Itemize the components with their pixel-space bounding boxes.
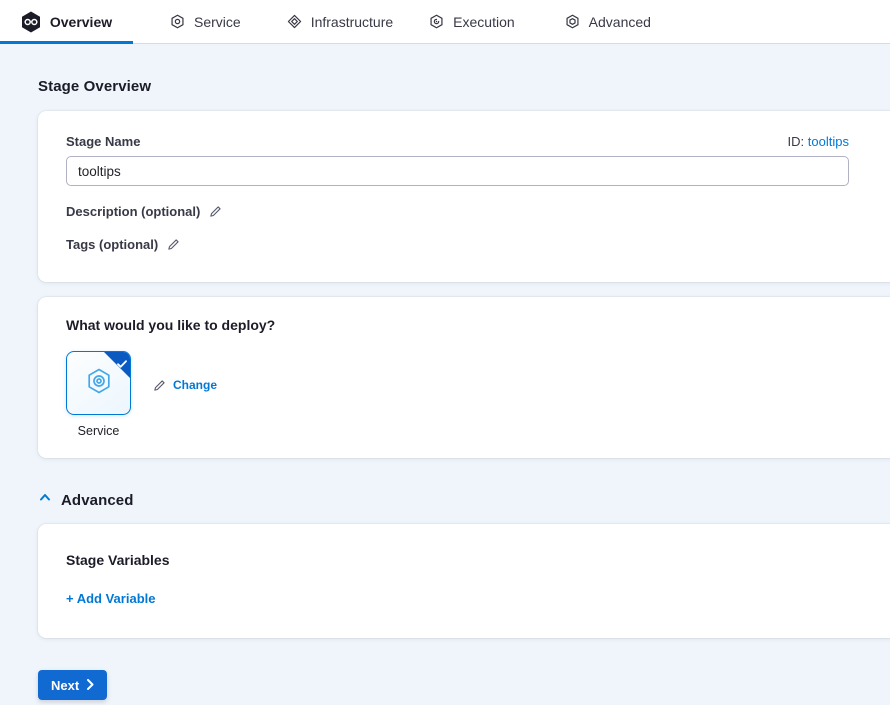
page-title: Stage Overview [38, 78, 890, 95]
chevron-right-icon [87, 678, 94, 693]
deploy-question: What would you like to deploy? [66, 317, 890, 333]
stage-variables-card: Stage Variables + Add Variable [38, 524, 890, 638]
overview-icon [21, 11, 41, 33]
advanced-section-toggle[interactable]: Advanced [38, 491, 890, 509]
tab-overview[interactable]: Overview [0, 0, 133, 43]
tab-label: Overview [50, 14, 112, 30]
advanced-icon [565, 14, 580, 29]
stage-id-value-link[interactable]: tooltips [808, 134, 849, 149]
stage-name-row: Stage Name ID: tooltips [66, 134, 849, 149]
tab-infrastructure[interactable]: Infrastructure [287, 0, 393, 43]
stage-name-input[interactable] [66, 156, 849, 186]
tab-service[interactable]: Service [170, 0, 241, 43]
edit-tags-icon[interactable] [167, 238, 180, 251]
stage-details-card: Stage Name ID: tooltips Description (opt… [38, 111, 890, 282]
stage-tabbar: Overview Service Infrastructure [0, 0, 890, 44]
tab-label: Execution [453, 14, 514, 30]
tab-label: Infrastructure [311, 14, 393, 30]
deploy-type-card: What would you like to deploy? [38, 297, 890, 458]
description-label: Description (optional) [66, 204, 200, 219]
tab-advanced[interactable]: Advanced [565, 0, 651, 43]
next-button[interactable]: Next [38, 670, 107, 700]
stage-name-label: Stage Name [66, 134, 140, 149]
stage-overview-panel: Stage Overview Stage Name ID: tooltips D… [0, 44, 890, 705]
edit-pencil-icon [153, 379, 166, 392]
edit-description-icon[interactable] [209, 205, 222, 218]
execution-icon [429, 14, 444, 29]
change-deploy-type-button[interactable]: Change [153, 378, 217, 392]
advanced-section-title: Advanced [61, 492, 134, 509]
add-variable-button[interactable]: + Add Variable [66, 591, 155, 606]
stage-variables-title: Stage Variables [66, 552, 890, 568]
next-button-label: Next [51, 678, 79, 693]
tags-label: Tags (optional) [66, 237, 158, 252]
tab-execution[interactable]: Execution [429, 0, 514, 43]
service-tile-label: Service [78, 424, 120, 438]
stage-id: ID: tooltips [788, 134, 849, 149]
tab-label: Service [194, 14, 241, 30]
description-row: Description (optional) [66, 204, 890, 219]
infrastructure-icon [287, 14, 302, 29]
service-icon [170, 14, 185, 29]
stage-id-label: ID: [788, 134, 805, 149]
chevron-up-icon [38, 491, 52, 509]
tags-row: Tags (optional) [66, 237, 890, 252]
tab-label: Advanced [589, 14, 651, 30]
change-label: Change [173, 378, 217, 392]
service-tile[interactable] [66, 351, 131, 415]
check-icon [117, 356, 127, 374]
